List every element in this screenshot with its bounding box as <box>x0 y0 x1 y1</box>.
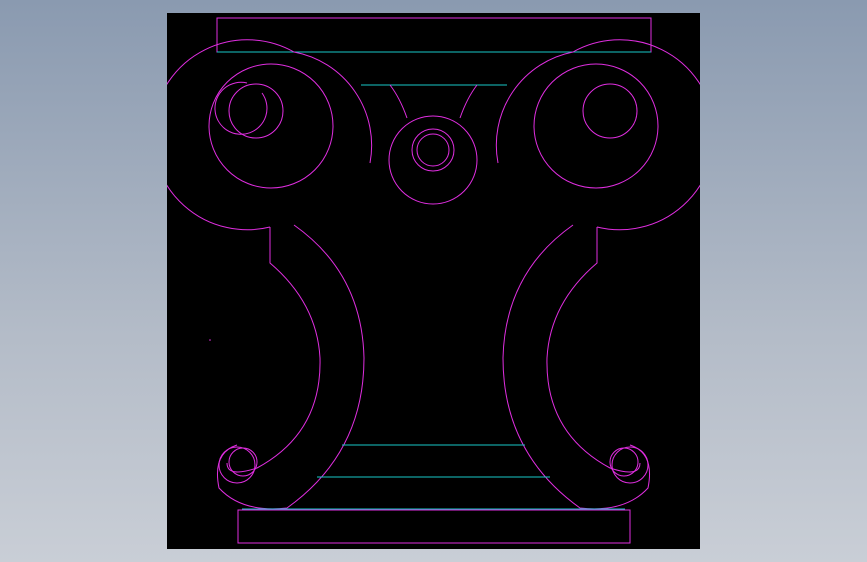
stray-point <box>209 339 211 341</box>
top-plinth <box>216 17 652 53</box>
right-volute <box>495 39 700 231</box>
cad-viewport[interactable] <box>167 13 700 549</box>
center-rosette <box>388 84 478 205</box>
base-plinth <box>237 509 631 544</box>
left-volute <box>167 39 373 231</box>
bracket-ornament-drawing <box>167 17 700 544</box>
left-scroll-leg <box>217 224 365 510</box>
right-scroll-leg <box>502 224 650 510</box>
